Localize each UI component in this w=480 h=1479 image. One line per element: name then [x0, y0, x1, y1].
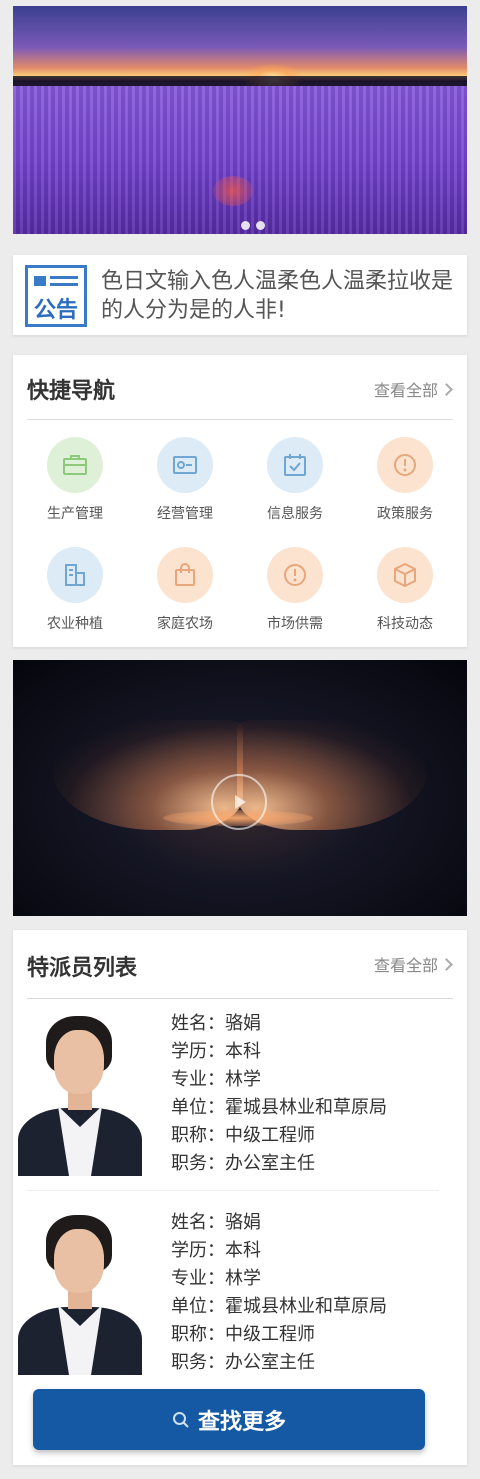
banner-carousel[interactable] — [13, 6, 467, 234]
specialist-name: 姓名：骆娟 — [171, 1013, 261, 1034]
video-player[interactable] — [13, 660, 467, 916]
banner-glow — [213, 176, 253, 206]
specialist-education: 学历：本科 — [171, 1041, 261, 1062]
nav-label: 农业种植 — [47, 616, 103, 632]
nav-label: 信息服务 — [267, 506, 323, 522]
specialist-more-link[interactable]: 查看全部 — [373, 952, 453, 976]
specialist-name: 姓名：骆娟 — [171, 1212, 261, 1233]
chevron-right-icon — [440, 957, 453, 971]
search-icon — [172, 1411, 189, 1428]
building-icon — [47, 547, 103, 603]
carousel-dot[interactable] — [241, 221, 250, 230]
specialist-education: 学历：本科 — [171, 1240, 261, 1261]
nav-label: 市场供需 — [267, 616, 323, 632]
shopping-bag-icon — [157, 547, 213, 603]
banner-lavender-field — [13, 86, 467, 234]
nav-label: 家庭农场 — [157, 616, 213, 632]
find-more-button[interactable]: 查找更多 — [33, 1389, 425, 1450]
specialist-position: 职务：办公室主任 — [171, 1352, 315, 1373]
id-card-icon — [157, 437, 213, 493]
specialist-info: 姓名：骆娟 学历：本科 专业：林学 单位：霍城县林业和草原局 职称：中级工程师 … — [171, 1010, 387, 1178]
notice-bar[interactable]: 公告 色日文输入色人温柔色人温柔拉收是的人分为是的人非! — [13, 255, 467, 335]
notice-badge-label: 公告 — [33, 298, 78, 323]
nav-label: 科技动态 — [377, 616, 433, 632]
notice-text[interactable]: 色日文输入色人温柔色人温柔拉收是的人分为是的人非! — [101, 267, 461, 325]
nav-label: 政策服务 — [377, 506, 433, 522]
chevron-right-icon — [440, 382, 453, 396]
carousel-dots — [241, 221, 265, 230]
nav-item-market[interactable]: 市场供需 — [240, 547, 350, 634]
specialist-photo — [18, 1211, 142, 1375]
cube-icon — [377, 547, 433, 603]
alert-circle-icon — [377, 437, 433, 493]
specialist-unit: 单位：霍城县林业和草原局 — [171, 1296, 387, 1317]
calendar-check-icon — [267, 437, 323, 493]
alert-circle-icon — [267, 547, 323, 603]
nav-item-production[interactable]: 生产管理 — [20, 437, 130, 524]
specialist-item[interactable]: 姓名：骆娟 学历：本科 专业：林学 单位：霍城县林业和草原局 职称：中级工程师 … — [13, 1006, 467, 1196]
specialist-item[interactable]: 姓名：骆娟 学历：本科 专业：林学 单位：霍城县林业和草原局 职称：中级工程师 … — [13, 1205, 467, 1395]
specialist-major: 专业：林学 — [171, 1069, 261, 1090]
nav-item-policy-service[interactable]: 政策服务 — [350, 437, 460, 524]
nav-label: 生产管理 — [47, 506, 103, 522]
quick-nav-card: 快捷导航 查看全部 生产管理 经营管理 信息服务 政策服务 农业种植 家庭农场 … — [13, 355, 467, 647]
specialist-rank: 职称：中级工程师 — [171, 1125, 315, 1146]
specialist-major: 专业：林学 — [171, 1268, 261, 1289]
announcement-icon: 公告 — [25, 265, 87, 327]
nav-item-agriculture[interactable]: 农业种植 — [20, 547, 130, 634]
nav-item-info-service[interactable]: 信息服务 — [240, 437, 350, 524]
quick-nav-title: 快捷导航 — [27, 379, 116, 404]
nav-item-family-farm[interactable]: 家庭农场 — [130, 547, 240, 634]
specialist-unit: 单位：霍城县林业和草原局 — [171, 1097, 387, 1118]
divider — [27, 998, 453, 999]
specialist-list-card: 特派员列表 查看全部 姓名：骆娟 学历：本科 专业：林学 单位：霍城县林业和草原… — [13, 930, 467, 1465]
banner-treeline — [13, 76, 467, 86]
quick-nav-more-label: 查看全部 — [373, 381, 438, 400]
nav-item-tech-news[interactable]: 科技动态 — [350, 547, 460, 634]
find-more-label: 查找更多 — [197, 1409, 286, 1435]
carousel-dot[interactable] — [256, 221, 265, 230]
briefcase-icon — [47, 437, 103, 493]
specialist-info: 姓名：骆娟 学历：本科 专业：林学 单位：霍城县林业和草原局 职称：中级工程师 … — [171, 1209, 387, 1377]
play-icon[interactable] — [211, 774, 267, 830]
specialist-list-title: 特派员列表 — [27, 956, 138, 981]
specialist-more-label: 查看全部 — [373, 956, 438, 975]
specialist-rank: 职称：中级工程师 — [171, 1324, 315, 1345]
specialist-photo — [18, 1012, 142, 1176]
divider — [27, 419, 453, 420]
quick-nav-grid: 生产管理 经营管理 信息服务 政策服务 农业种植 家庭农场 市场供需 科技动态 — [20, 437, 460, 634]
nav-item-business[interactable]: 经营管理 — [130, 437, 240, 524]
divider — [27, 1190, 439, 1191]
specialist-position: 职务：办公室主任 — [171, 1153, 315, 1174]
quick-nav-more-link[interactable]: 查看全部 — [373, 377, 453, 401]
nav-label: 经营管理 — [157, 506, 213, 522]
